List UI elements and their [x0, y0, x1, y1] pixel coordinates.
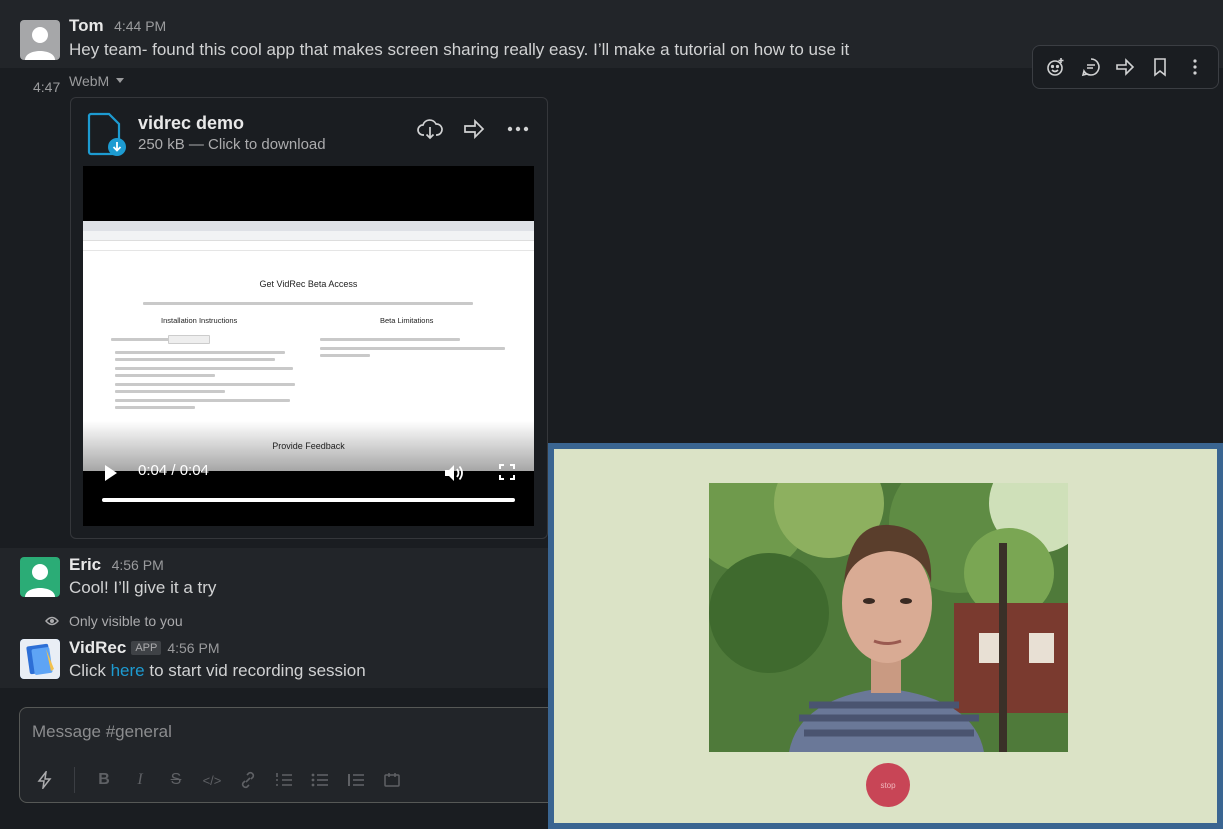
video-frame-screenshot: Get VidRec Beta Access Installation Inst…: [83, 221, 534, 471]
author-name[interactable]: Tom: [69, 16, 104, 35]
screenshot-install-heading: Installation Instructions: [161, 316, 238, 325]
shortcuts-icon[interactable]: [30, 766, 60, 794]
bookmark-icon[interactable]: [1146, 53, 1174, 81]
message-timestamp[interactable]: 4:56 PM: [112, 557, 164, 573]
recording-panel: stop: [554, 449, 1217, 823]
blockquote-icon[interactable]: [341, 766, 371, 794]
message-text: Hey team- found this cool app that makes…: [69, 40, 850, 59]
file-more-button[interactable]: [499, 112, 537, 146]
fullscreen-icon[interactable]: [499, 464, 515, 480]
stop-recording-button[interactable]: stop: [866, 763, 910, 807]
ordered-list-icon[interactable]: [269, 766, 299, 794]
bulleted-list-icon[interactable]: [305, 766, 335, 794]
avatar-eric[interactable]: [20, 557, 60, 597]
avatar-tom[interactable]: [20, 20, 60, 60]
author-name[interactable]: Eric: [69, 555, 101, 574]
default-avatar-icon: [25, 27, 55, 60]
strikethrough-icon[interactable]: S: [161, 766, 191, 794]
webcam-preview: [709, 483, 1068, 752]
message-timestamp[interactable]: 4:56 PM: [167, 640, 219, 656]
share-file-button[interactable]: [455, 112, 493, 146]
more-actions-icon[interactable]: [1181, 53, 1209, 81]
file-title[interactable]: vidrec demo: [138, 113, 244, 134]
message-timestamp[interactable]: 4:47: [33, 79, 60, 95]
file-meta[interactable]: 250 kB — Click to download: [138, 136, 326, 153]
notebook-app-icon: [20, 639, 60, 679]
link-icon[interactable]: [233, 766, 263, 794]
webcam-feed-image: [709, 483, 1068, 752]
recording-window[interactable]: stop: [548, 443, 1223, 829]
screenshot-heading: Get VidRec Beta Access: [259, 279, 358, 289]
video-player[interactable]: Get VidRec Beta Access Installation Inst…: [83, 166, 534, 526]
message-text-after: to start vid recording session: [149, 661, 366, 680]
caret-down-icon: [116, 78, 125, 83]
video-file-icon[interactable]: [87, 112, 127, 156]
play-icon[interactable]: [103, 464, 119, 482]
screenshot-limits-heading: Beta Limitations: [380, 316, 434, 325]
bold-icon[interactable]: B: [89, 766, 119, 794]
share-message-icon[interactable]: [1111, 53, 1139, 81]
avatar-vidrec[interactable]: [20, 639, 60, 679]
add-reaction-icon[interactable]: [1042, 53, 1070, 81]
italic-icon[interactable]: I: [125, 766, 155, 794]
video-time: 0:04 / 0:04: [138, 462, 209, 479]
code-block-icon[interactable]: [377, 766, 407, 794]
message-text-before: Click: [69, 661, 106, 680]
reply-thread-icon[interactable]: [1077, 53, 1105, 81]
message-input[interactable]: [32, 720, 532, 744]
message-text: Click here to start vid recording sessio…: [69, 661, 366, 681]
file-attachment: vidrec demo 250 kB — Click to download G…: [70, 97, 548, 539]
message-actions-toolbar: [1032, 45, 1219, 89]
app-badge: APP: [131, 641, 162, 655]
cloud-download-icon: [417, 119, 443, 140]
video-progress-bar[interactable]: [102, 498, 515, 502]
eye-icon: [45, 616, 59, 626]
message-composer: B I S </>: [19, 707, 559, 803]
screenshot-feedback-heading: Provide Feedback: [272, 441, 345, 451]
file-type-toggle[interactable]: WebM: [69, 73, 125, 89]
message-text: Cool! I’ll give it a try: [69, 578, 217, 597]
default-avatar-icon: [25, 564, 55, 597]
file-type-label: WebM: [69, 73, 110, 89]
only-visible-label: Only visible to you: [69, 613, 183, 629]
only-visible-notice: Only visible to you: [45, 613, 183, 629]
code-icon[interactable]: </>: [197, 766, 227, 794]
start-recording-link[interactable]: here: [111, 661, 145, 680]
author-name[interactable]: VidRec: [69, 638, 126, 658]
ellipsis-icon: [507, 126, 529, 132]
message-timestamp[interactable]: 4:44 PM: [114, 18, 166, 34]
share-arrow-icon: [464, 119, 485, 139]
volume-icon[interactable]: [443, 463, 465, 483]
download-button[interactable]: [411, 112, 449, 146]
